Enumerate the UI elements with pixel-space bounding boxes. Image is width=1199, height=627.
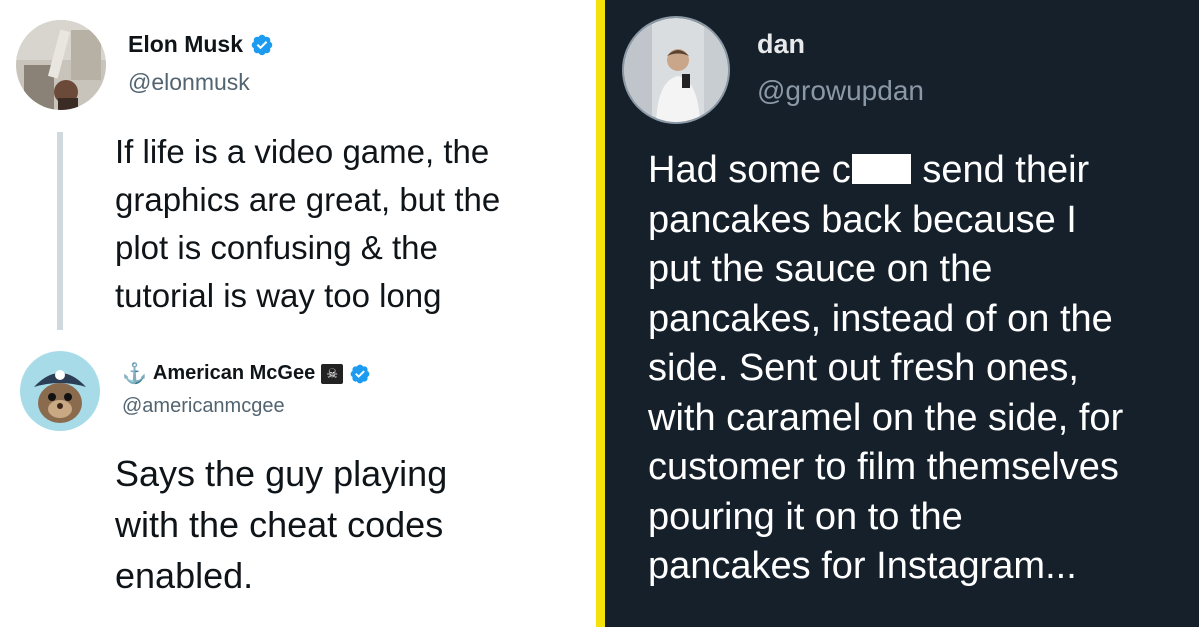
censor-bar [851,154,911,184]
tweet-line: customer to film themselves [648,446,1119,488]
avatar-elonmusk[interactable] [16,20,106,110]
avatar-photo [16,20,106,110]
mcgee-display-name[interactable]: ⚓ American McGee ☠ [122,361,371,386]
display-name-text: American McGee [152,362,316,384]
tweet-line: pancakes back because I [648,198,1077,241]
dan-display-name[interactable]: dan [757,29,805,60]
avatar-cartoon [20,351,100,431]
avatar-photo [624,18,728,122]
avatar-americanmcgee[interactable] [20,351,100,431]
avatar-growupdan[interactable] [622,16,730,124]
elon-tweet-text: If life is a video game, the graphics ar… [115,133,501,314]
elon-handle[interactable]: @elonmusk [128,69,250,96]
thread-connector-line [57,132,63,330]
mcgee-handle[interactable]: @americanmcgee [122,395,285,418]
dan-handle[interactable]: @growupdan [757,75,924,107]
display-name-text: Elon Musk [128,31,244,57]
tweet-line: pouring it on to the [648,495,963,538]
mcgee-reply-text: Says the guy playing with the cheat code… [115,453,448,596]
tweet-line: put the sauce on the [648,248,993,290]
tweet-line-start: Had some c [648,149,851,191]
tweet-line: Had some c send their [648,146,1188,196]
verified-badge-icon [350,364,370,383]
verified-badge-icon [251,34,273,55]
tweet-line: with caramel on the side, for [648,396,1124,439]
tweet-line: pancakes, instead of on the [648,297,1113,340]
tweet-line-end: send their [922,149,1090,191]
yellow-divider [596,0,605,627]
elon-display-name[interactable]: Elon Musk [128,31,274,58]
tweet-line: side. Sent out fresh ones, [648,347,1079,389]
anchor-icon: ⚓ [122,363,147,385]
pirate-flag-icon: ☠ [321,363,344,384]
tweet-line: pancakes for Instagram... [648,545,1077,587]
dan-tweet-text: Had some c send their pancakes back beca… [648,146,1188,592]
